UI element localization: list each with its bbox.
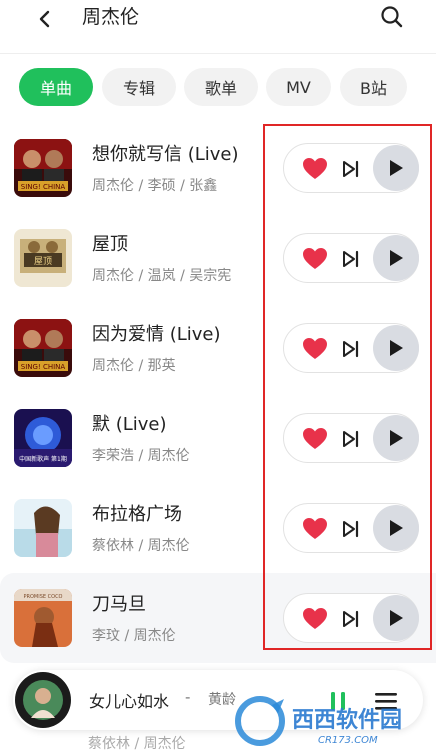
highlight-box <box>263 124 432 650</box>
tab-label: 专辑 <box>122 79 155 98</box>
cover-text: SING! CHINA <box>21 183 66 191</box>
album-cover <box>14 499 72 557</box>
song-title: 刀马旦 <box>92 594 146 615</box>
tab-playlists[interactable]: 歌单 <box>184 68 258 106</box>
back-button[interactable] <box>28 2 62 36</box>
song-artist: 李玟 / 周杰伦 <box>92 628 176 644</box>
separator: - <box>185 688 191 706</box>
chevron-left-icon <box>39 10 50 28</box>
top-bar: 周杰伦 <box>0 0 436 54</box>
search-icon <box>381 6 403 28</box>
category-tabs: 单曲 专辑 歌单 MV B站 <box>0 68 436 108</box>
now-playing-disc[interactable] <box>15 672 71 728</box>
tab-label: MV <box>286 77 311 97</box>
watermark-url: CR173.COM <box>318 735 378 746</box>
now-playing-title: 女儿心如水 <box>89 692 170 711</box>
album-cover: SING! CHINA <box>14 319 72 377</box>
watermark-logo: 西西软件园 CR173.COM <box>232 695 432 747</box>
song-title: 屋顶 <box>92 234 128 255</box>
cover-text: 中国新歌声 第1期 <box>19 455 67 463</box>
song-artist: 李荣浩 / 周杰伦 <box>92 448 190 464</box>
song-title: 布拉格广场 <box>92 504 182 525</box>
album-cover: PROMISE COCO <box>14 589 72 647</box>
cover-text: SING! CHINA <box>21 363 66 371</box>
watermark-brand: 西西软件园 <box>292 707 402 733</box>
page-title: 周杰伦 <box>82 6 140 28</box>
search-button[interactable] <box>375 0 409 34</box>
tab-label: B站 <box>360 79 387 98</box>
cover-text: PROMISE COCO <box>24 594 63 600</box>
song-artist: 周杰伦 / 那英 <box>92 358 176 374</box>
tab-mv[interactable]: MV <box>266 68 331 106</box>
tab-albums[interactable]: 专辑 <box>102 68 176 106</box>
album-cover: 屋顶 <box>14 229 72 287</box>
tab-label: 歌单 <box>204 79 237 98</box>
song-artist: 蔡依林 / 周杰伦 <box>92 538 190 554</box>
song-title: 想你就写信 (Live) <box>92 144 239 165</box>
tab-bilibili[interactable]: B站 <box>340 68 407 106</box>
album-cover: 中国新歌声 第1期 <box>14 409 72 467</box>
song-artist: 周杰伦 / 李硕 / 张鑫 <box>92 178 218 194</box>
song-title: 默 (Live) <box>92 414 167 435</box>
cover-text: 屋顶 <box>34 256 52 267</box>
tab-singles[interactable]: 单曲 <box>19 68 93 106</box>
song-title: 因为爱情 (Live) <box>92 324 221 345</box>
album-cover: SING! CHINA <box>14 139 72 197</box>
hidden-row-artist: 蔡依林 / 周杰伦 <box>88 736 186 750</box>
tab-label: 单曲 <box>39 79 72 98</box>
song-artist: 周杰伦 / 温岚 / 吴宗宪 <box>92 268 232 284</box>
